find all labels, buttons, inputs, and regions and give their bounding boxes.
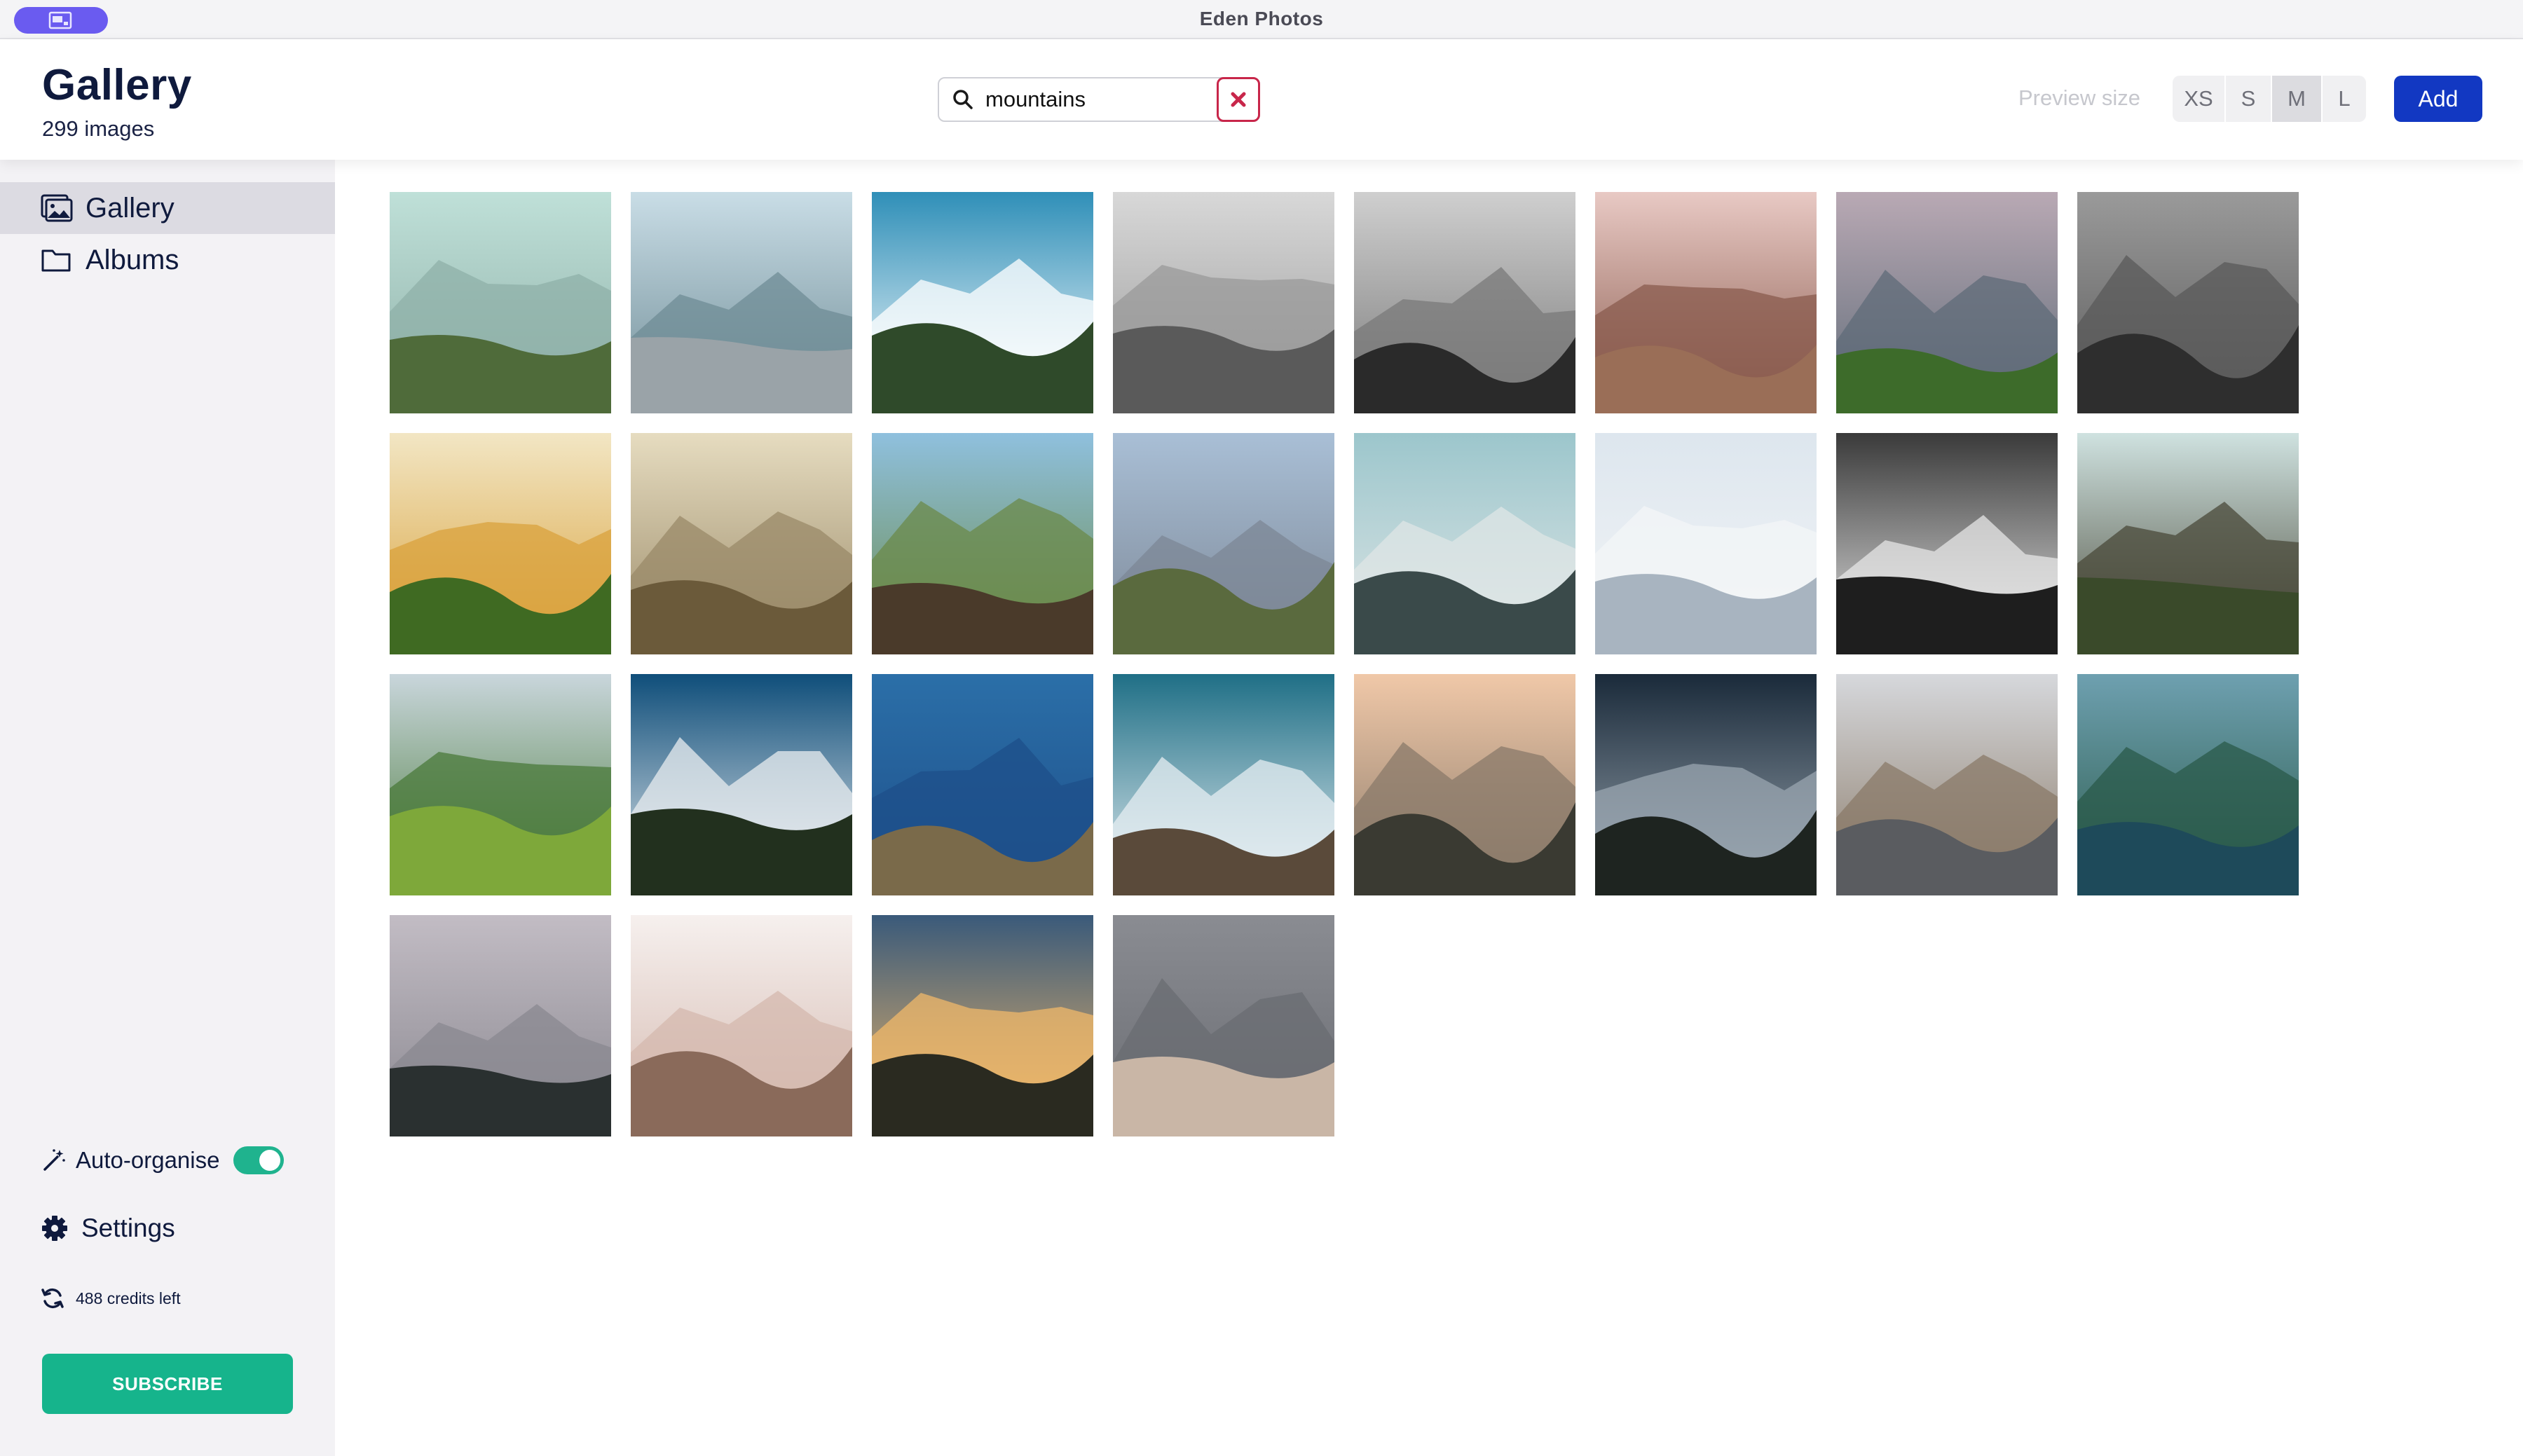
image-thumbnail [390,433,611,654]
sidebar-item-label: Gallery [86,192,175,224]
refresh-icon [41,1288,64,1309]
gallery-image[interactable] [2077,192,2299,413]
sidebar-item-albums[interactable]: Albums [0,234,335,286]
gallery-image[interactable] [1836,674,2058,895]
close-icon [1231,92,1246,107]
window-titlebar: Eden Photos [0,0,2523,39]
gallery-image[interactable] [1595,433,1817,654]
image-thumbnail [1113,433,1334,654]
gallery-image[interactable] [390,674,611,895]
image-thumbnail [1354,674,1575,895]
preview-size-selector: XS S M L [2173,76,2366,122]
image-thumbnail [1595,674,1817,895]
auto-organise-toggle[interactable] [233,1146,285,1174]
gallery-image[interactable] [872,433,1093,654]
gallery-image[interactable] [872,192,1093,413]
size-button-l[interactable]: L [2323,76,2366,122]
search-icon [953,90,973,109]
settings-label: Settings [81,1214,175,1242]
gallery-image[interactable] [390,433,611,654]
image-count: 299 images [42,116,155,141]
gallery-image[interactable] [631,674,852,895]
gallery-image[interactable] [872,674,1093,895]
gallery-image[interactable] [631,915,852,1136]
image-thumbnail [1595,192,1817,413]
gallery-image[interactable] [1354,192,1575,413]
clear-search-button[interactable] [1217,77,1260,122]
image-thumbnail [631,192,852,413]
image-thumbnail [631,915,852,1136]
gallery-image[interactable] [1836,433,2058,654]
size-button-s[interactable]: S [2226,76,2272,122]
image-thumbnail [2077,192,2299,413]
gallery-image[interactable] [1113,674,1334,895]
image-thumbnail [631,674,852,895]
gallery-image[interactable] [2077,674,2299,895]
size-button-xs[interactable]: XS [2173,76,2226,122]
gallery-image[interactable] [1595,192,1817,413]
gallery-image[interactable] [631,192,852,413]
sidebar-item-label: Albums [86,244,179,275]
settings-item[interactable]: Settings [41,1214,175,1243]
search-box [938,77,1260,122]
preview-size-label: Preview size [2018,85,2140,110]
auto-organise-row: Auto-organise [42,1146,285,1174]
image-thumbnail [2077,674,2299,895]
image-thumbnail [1595,433,1817,654]
page-title: Gallery [42,61,192,109]
credits-label: 488 credits left [76,1289,181,1307]
subscribe-button[interactable]: SUBSCRIBE [42,1354,293,1414]
auto-organise-label: Auto-organise [76,1147,220,1173]
window-title: Eden Photos [1199,8,1324,29]
images-icon [41,194,73,222]
image-thumbnail [390,192,611,413]
image-thumbnail [1113,674,1334,895]
add-button[interactable]: Add [2394,76,2482,122]
gallery-image[interactable] [1354,433,1575,654]
image-thumbnail [1836,192,2058,413]
gallery-image[interactable] [1113,433,1334,654]
gallery-image[interactable] [1113,192,1334,413]
image-thumbnail [872,192,1093,413]
image-thumbnail [1836,433,2058,654]
image-thumbnail [390,915,611,1136]
size-button-m[interactable]: M [2272,76,2323,122]
credits-row: 488 credits left [41,1286,181,1310]
gallery-image[interactable] [1354,674,1575,895]
gallery-image[interactable] [390,192,611,413]
sidebar: Gallery Albums Auto-organise Settings 48… [0,160,335,1456]
page-header: Gallery 299 images Preview size XS S M L… [0,39,2523,160]
gallery-image[interactable] [390,915,611,1136]
image-thumbnail [390,674,611,895]
gallery-image[interactable] [631,433,852,654]
magic-wand-icon [43,1149,65,1171]
image-thumbnail [1113,192,1334,413]
image-thumbnail [872,915,1093,1136]
image-thumbnail [1354,433,1575,654]
folder-icon [41,249,71,272]
sidebar-item-gallery[interactable]: Gallery [0,182,335,234]
image-thumbnail [1354,192,1575,413]
image-thumbnail [1836,674,2058,895]
gallery-image[interactable] [1113,915,1334,1136]
gear-icon [42,1216,67,1241]
gallery-image[interactable] [1595,674,1817,895]
image-thumbnail [872,674,1093,895]
gallery-image[interactable] [872,915,1093,1136]
image-thumbnail [1113,915,1334,1136]
image-thumbnail [872,433,1093,654]
image-thumbnail [2077,433,2299,654]
image-thumbnail [631,433,852,654]
toggle-knob [259,1150,281,1171]
search-input[interactable] [984,82,1208,117]
gallery-image[interactable] [1836,192,2058,413]
gallery-image[interactable] [2077,433,2299,654]
